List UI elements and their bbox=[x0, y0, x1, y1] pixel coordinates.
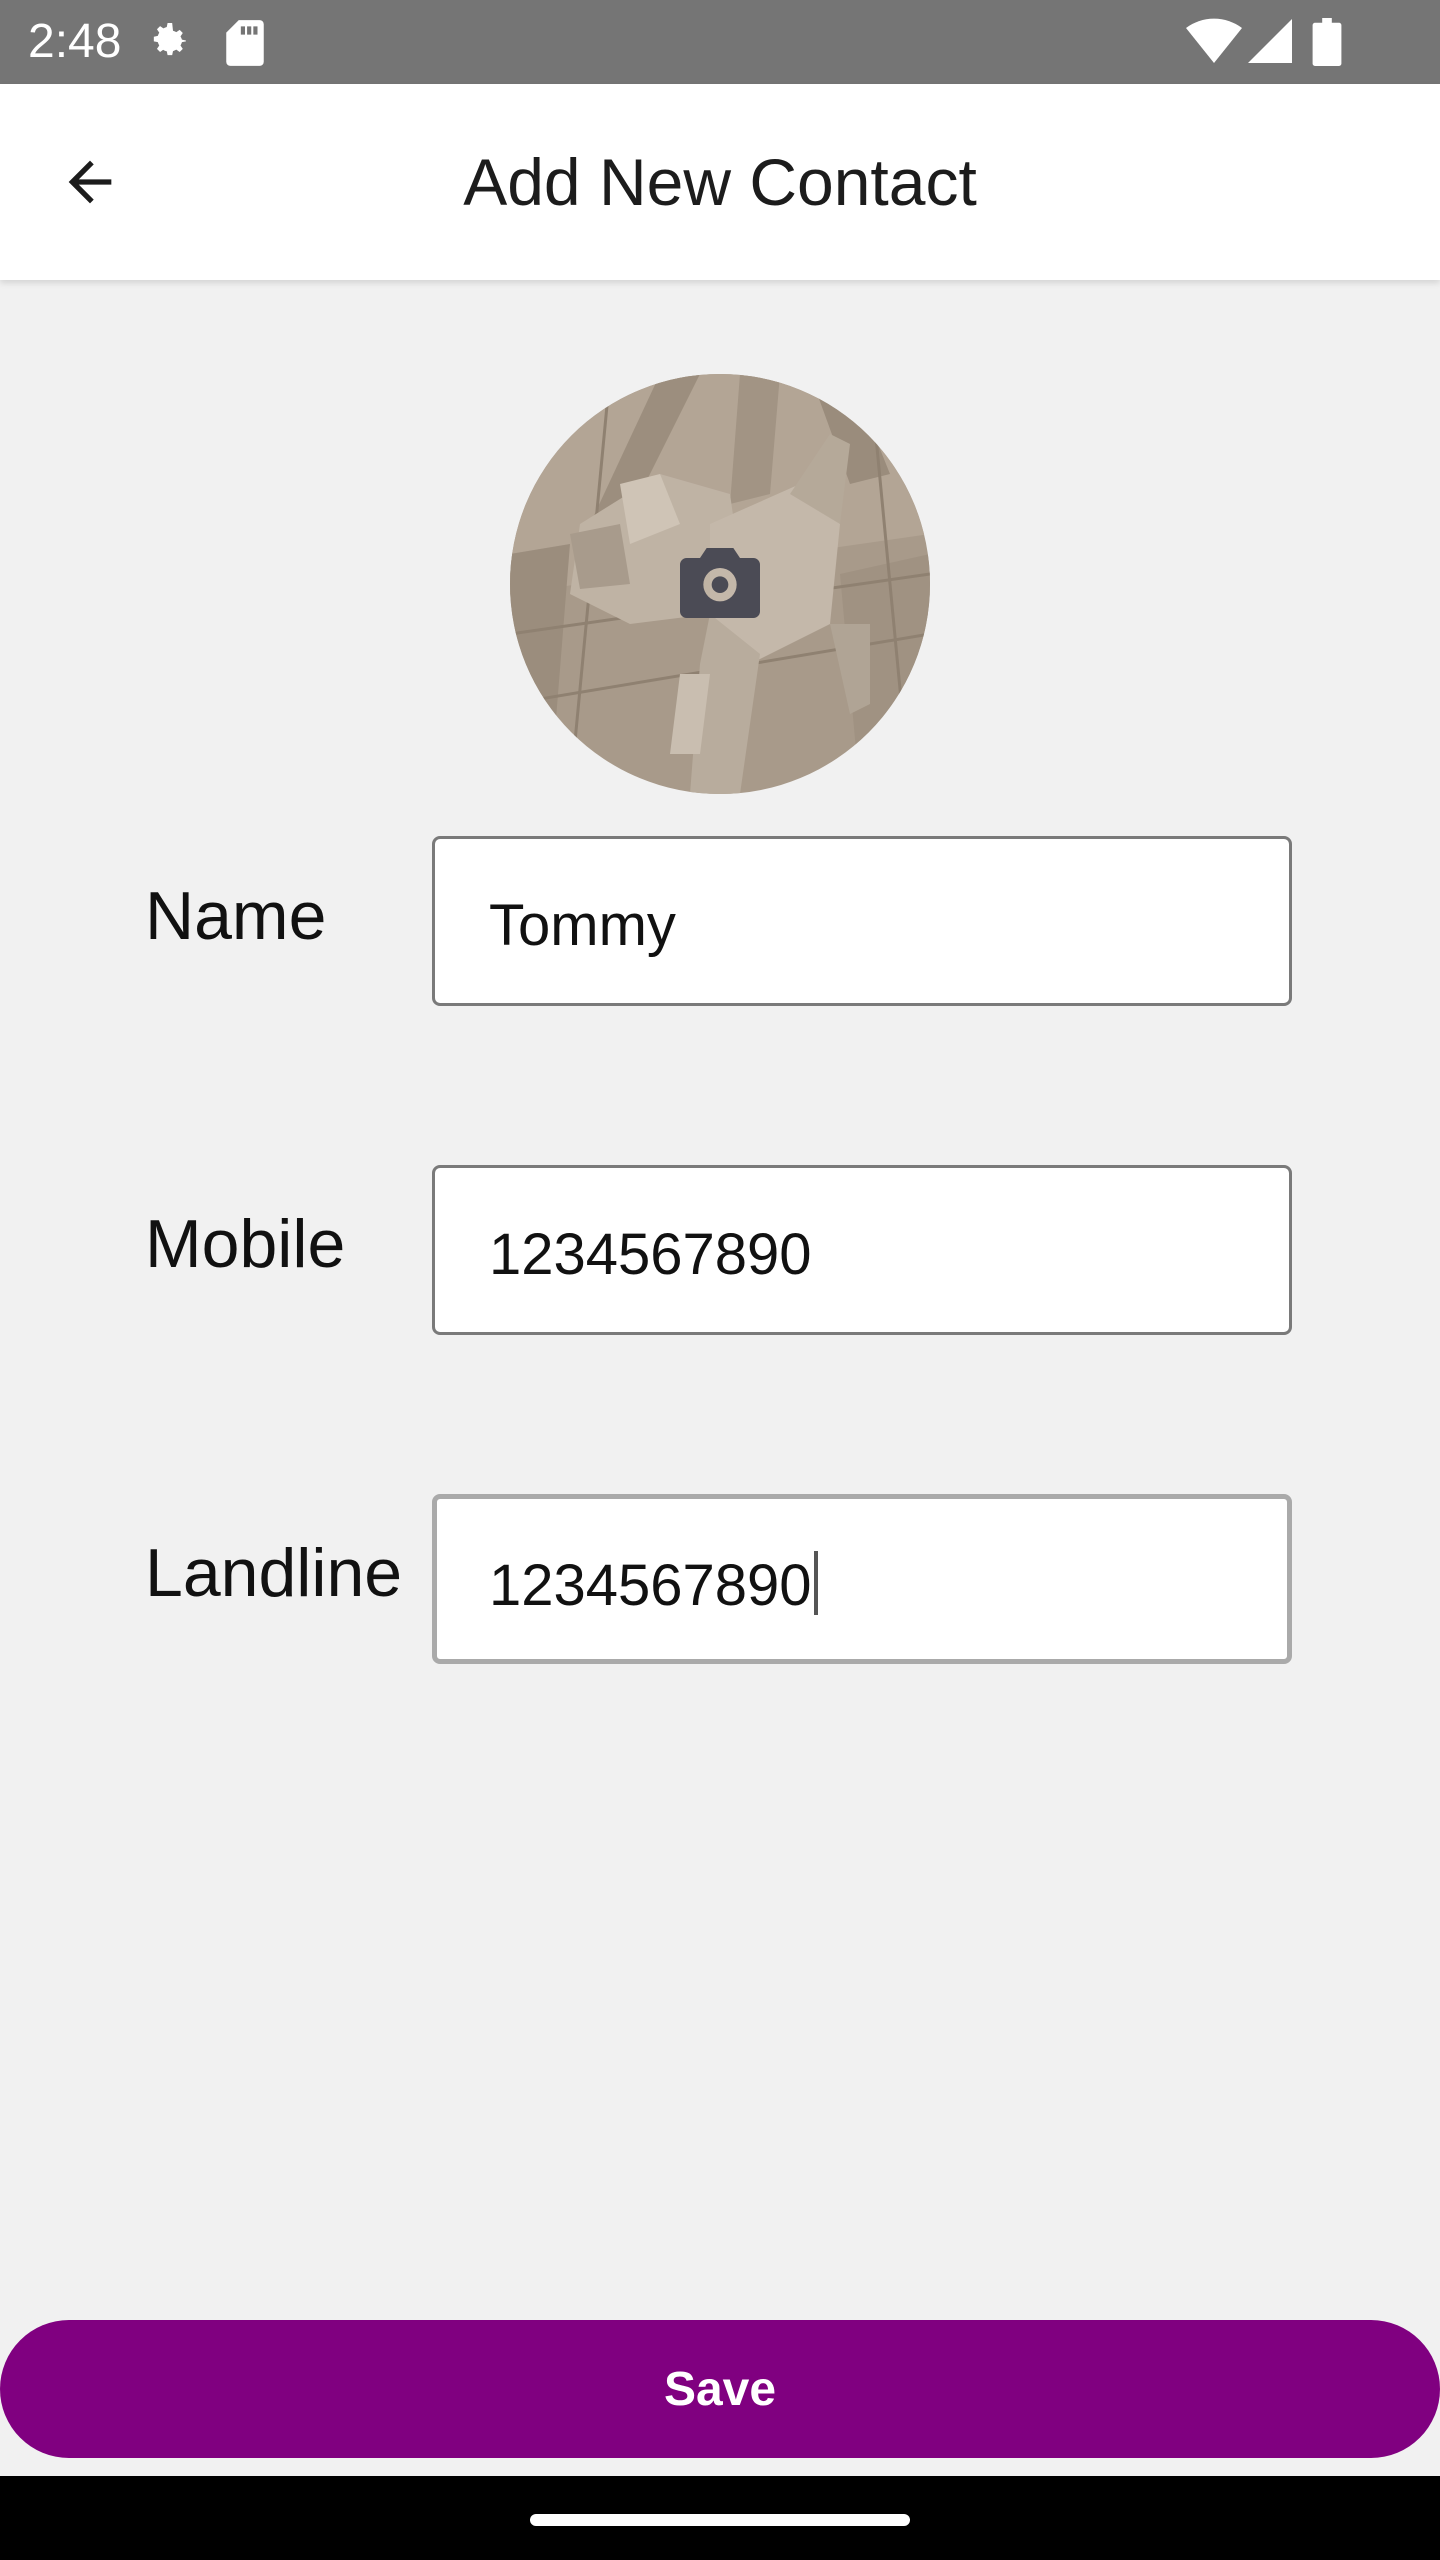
wifi-icon bbox=[1186, 18, 1242, 71]
landline-field-text: 1234567890 bbox=[489, 1551, 818, 1619]
landline-field-value: 1234567890 bbox=[489, 1553, 812, 1618]
mobile-field[interactable]: 1234567890 bbox=[432, 1165, 1292, 1335]
app-bar: Add New Contact bbox=[0, 84, 1440, 280]
mobile-field-value: 1234567890 bbox=[489, 1222, 812, 1287]
name-field[interactable]: Tommy bbox=[432, 836, 1292, 1006]
page-title: Add New Contact bbox=[463, 145, 977, 219]
save-button[interactable]: Save bbox=[0, 2320, 1440, 2458]
text-cursor bbox=[813, 1551, 818, 1615]
status-time: 2:48 bbox=[28, 15, 122, 68]
status-bar: 2:48 bbox=[0, 0, 1440, 84]
contact-photo-avatar[interactable] bbox=[510, 374, 930, 794]
name-label: Name bbox=[145, 878, 327, 954]
cellular-signal-icon bbox=[1248, 18, 1292, 69]
save-button-label: Save bbox=[663, 2362, 777, 2416]
landline-label: Landline bbox=[145, 1535, 403, 1611]
mobile-label: Mobile bbox=[145, 1206, 346, 1282]
sd-card-icon bbox=[224, 18, 266, 73]
settings-gear-icon bbox=[140, 18, 196, 73]
add-contact-screen: 2:48 Add New Contact Name Tommy Mobile 1… bbox=[0, 0, 1440, 2560]
system-navigation-bar bbox=[0, 2476, 1440, 2560]
camera-icon bbox=[680, 548, 760, 618]
battery-icon bbox=[1312, 18, 1342, 71]
home-gesture-handle[interactable] bbox=[530, 2514, 910, 2526]
name-field-value: Tommy bbox=[489, 893, 676, 958]
landline-field[interactable]: 1234567890 bbox=[432, 1494, 1292, 1664]
